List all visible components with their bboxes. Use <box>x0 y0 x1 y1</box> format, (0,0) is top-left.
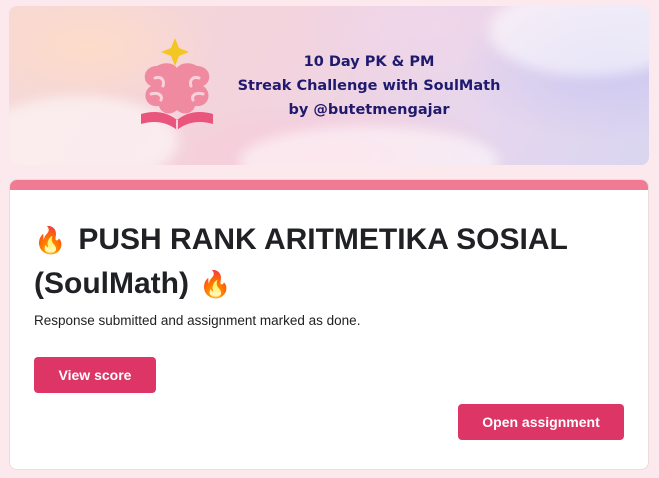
header-banner: 10 Day PK & PM Streak Challenge with Sou… <box>9 6 649 165</box>
fire-icon: 🔥 <box>198 269 232 299</box>
banner-line-3: by @butetmengajar <box>288 102 450 118</box>
fire-icon: 🔥 <box>34 225 67 255</box>
assignment-title-text: PUSH RANK ARITMETIKA SOSIAL (SoulMath) <box>34 223 568 300</box>
assignment-card: 🔥 PUSH RANK ARITMETIKA SOSIAL (SoulMath) 🔥… <box>9 179 649 470</box>
banner-line-1: 10 Day PK & PM <box>303 54 435 70</box>
view-score-button[interactable]: View score <box>34 357 156 393</box>
open-assignment-button[interactable]: Open assignment <box>458 404 624 440</box>
banner-line-2: Streak Challenge with SoulMath <box>237 78 501 94</box>
assignment-title: 🔥 PUSH RANK ARITMETIKA SOSIAL (SoulMath) 🔥 <box>34 218 624 306</box>
card-accent-bar <box>10 180 648 190</box>
submission-status: Response submitted and assignment marked… <box>34 313 361 328</box>
banner-title: 10 Day PK & PM Streak Challenge with Sou… <box>209 50 529 122</box>
